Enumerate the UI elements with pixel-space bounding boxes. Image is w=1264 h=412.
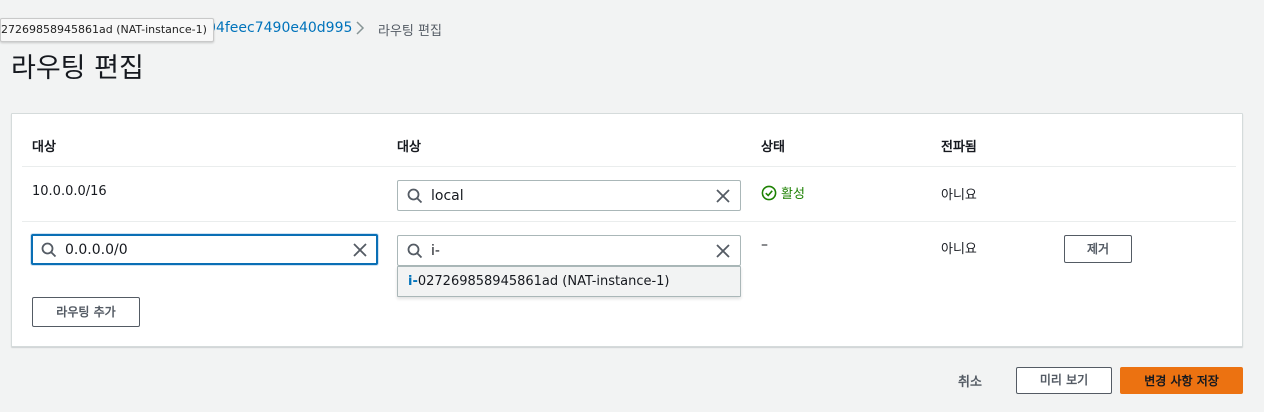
breadcrumb-current: 라우팅 편집 xyxy=(378,24,442,39)
routes-panel: 대상 대상 상태 전파됨 10.0.0.0/16 활성 아니요 xyxy=(11,113,1243,347)
clear-icon[interactable] xyxy=(715,243,731,259)
page-title: 라우팅 편집 xyxy=(11,53,144,84)
target-field-row-1[interactable] xyxy=(397,180,741,211)
suggestion-rest: 027269858945861ad (NAT-instance-1) xyxy=(417,274,670,289)
column-header-propagated: 전파됨 xyxy=(941,140,977,155)
column-header-destination: 대상 xyxy=(32,140,56,155)
chevron-right-icon xyxy=(356,21,365,35)
column-header-status: 상태 xyxy=(761,140,785,155)
check-circle-icon xyxy=(761,185,777,200)
clear-icon[interactable] xyxy=(715,188,731,204)
breadcrumb: 27269858945861ad (NAT-instance-1) -04fee… xyxy=(0,8,700,42)
destination-field-row-2[interactable] xyxy=(31,234,378,265)
breadcrumb-route-table-link[interactable]: -04feec7490e40d995 xyxy=(202,20,352,36)
instance-tooltip: 27269858945861ad (NAT-instance-1) xyxy=(0,18,214,42)
search-icon xyxy=(407,188,423,204)
row-divider xyxy=(22,221,1236,222)
add-route-button[interactable]: 라우팅 추가 xyxy=(32,297,140,327)
route-destination-text: 10.0.0.0/16 xyxy=(32,184,107,199)
propagated-value-row-2: 아니요 xyxy=(941,242,977,257)
propagated-value-row-1: 아니요 xyxy=(941,188,977,203)
save-changes-button[interactable]: 변경 사항 저장 xyxy=(1120,367,1243,394)
status-label: 활성 xyxy=(781,187,805,202)
status-active: 활성 xyxy=(761,183,805,202)
column-header-target: 대상 xyxy=(397,140,421,155)
target-suggestion-option[interactable]: i-027269858945861ad (NAT-instance-1) xyxy=(408,274,670,289)
destination-input-row-2[interactable] xyxy=(65,242,305,258)
clear-icon[interactable] xyxy=(352,242,368,258)
target-suggestion-dropdown: i-027269858945861ad (NAT-instance-1) xyxy=(397,266,741,297)
preview-button[interactable]: 미리 보기 xyxy=(1016,367,1112,394)
search-icon xyxy=(407,243,423,259)
search-icon xyxy=(41,242,57,258)
remove-route-button[interactable]: 제거 xyxy=(1064,235,1132,263)
target-input-row-1[interactable] xyxy=(431,188,671,204)
cancel-button[interactable]: 취소 xyxy=(958,371,982,390)
suggestion-match: i- xyxy=(408,274,418,289)
target-input-row-2[interactable] xyxy=(431,243,671,259)
status-empty: – xyxy=(761,237,768,253)
header-divider xyxy=(22,166,1236,167)
target-field-row-2[interactable] xyxy=(397,235,741,266)
